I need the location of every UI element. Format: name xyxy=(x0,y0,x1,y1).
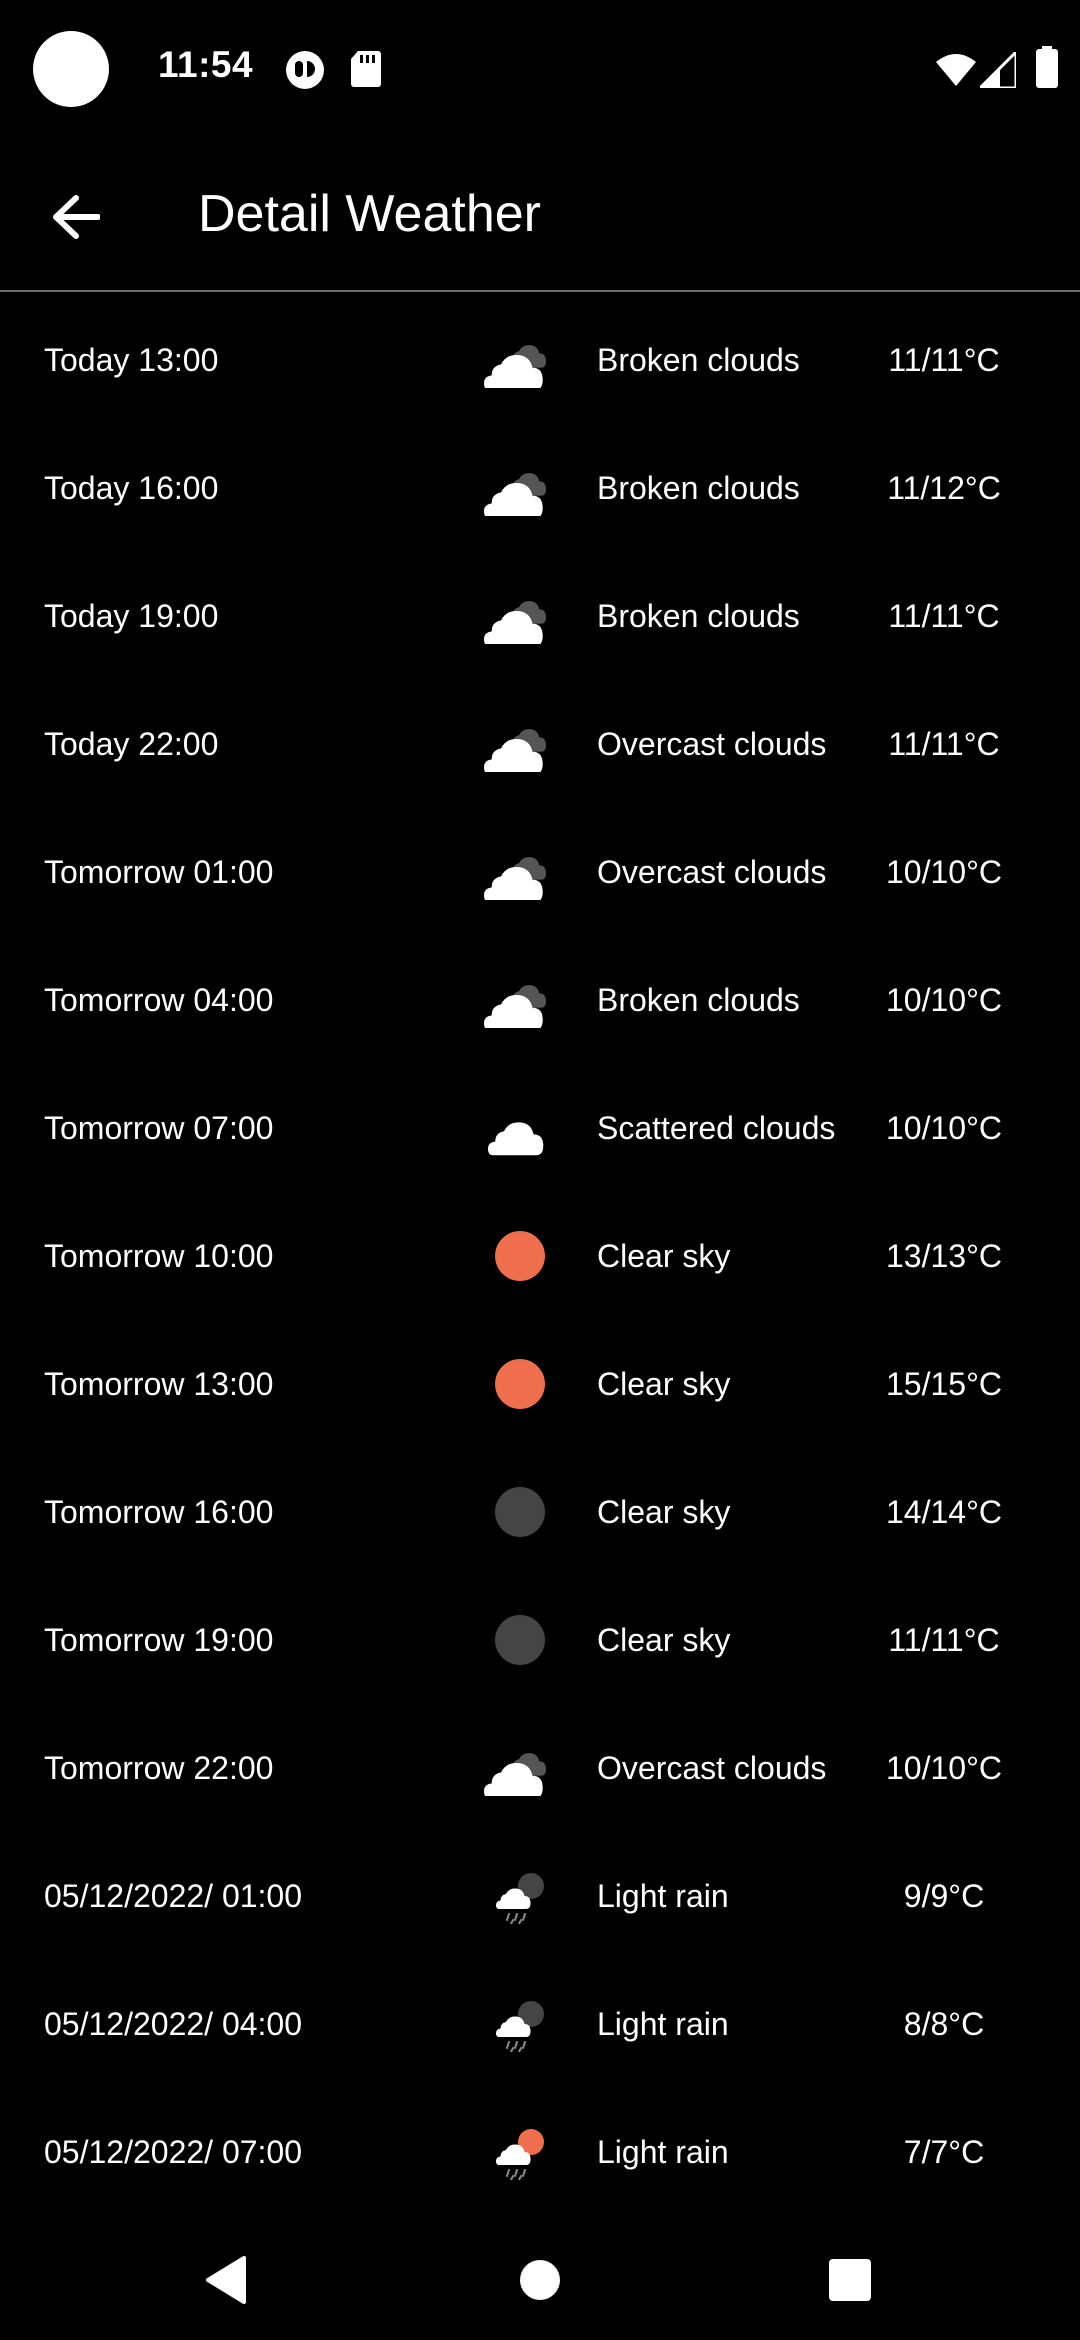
forecast-time: Tomorrow 10:00 xyxy=(44,1238,274,1274)
forecast-temperature: 11/11°C xyxy=(888,342,1000,378)
forecast-temperature: 10/10°C xyxy=(886,1750,1002,1786)
forecast-row[interactable]: Tomorrow 13:00 Clear sky 15/15°C xyxy=(0,1320,1080,1448)
forecast-description: Overcast clouds xyxy=(597,854,827,890)
forecast-temperature: 11/11°C xyxy=(888,726,1000,762)
forecast-row[interactable]: Tomorrow 10:00 Clear sky 13/13°C xyxy=(0,1192,1080,1320)
system-nav-bar xyxy=(0,2220,1080,2340)
broken-clouds-icon xyxy=(482,588,558,646)
forecast-description: Light rain xyxy=(597,1878,729,1914)
forecast-time: Tomorrow 07:00 xyxy=(44,1110,274,1146)
forecast-description: Broken clouds xyxy=(597,982,800,1018)
forecast-row[interactable]: Tomorrow 07:00 Scattered clouds 10/10°C xyxy=(0,1064,1080,1192)
nav-recents-icon xyxy=(829,2259,871,2301)
forecast-time: Tomorrow 19:00 xyxy=(44,1622,274,1658)
arrow-back-icon xyxy=(53,195,100,239)
nav-recents-button[interactable] xyxy=(810,2240,890,2320)
forecast-time: Tomorrow 22:00 xyxy=(44,1750,274,1786)
forecast-time: 05/12/2022/ 04:00 xyxy=(44,2006,303,2042)
forecast-description: Clear sky xyxy=(597,1238,731,1274)
forecast-row[interactable]: Tomorrow 16:00 Clear sky 14/14°C xyxy=(0,1448,1080,1576)
forecast-row[interactable]: Today 19:00 Broken clouds 11/11°C xyxy=(0,552,1080,680)
forecast-time: Tomorrow 13:00 xyxy=(44,1366,274,1402)
forecast-description: Broken clouds xyxy=(597,598,800,634)
forecast-description: Broken clouds xyxy=(597,470,800,506)
broken-clouds-icon xyxy=(482,716,558,774)
status-bar: 11:54 xyxy=(0,0,1080,140)
broken-clouds-icon xyxy=(482,332,558,390)
forecast-temperature: 14/14°C xyxy=(886,1494,1002,1530)
battery-icon xyxy=(1036,46,1058,88)
forecast-description: Light rain xyxy=(597,2006,729,2042)
forecast-temperature: 10/10°C xyxy=(886,982,1002,1018)
forecast-temperature: 8/8°C xyxy=(903,2006,985,2042)
forecast-time: Tomorrow 16:00 xyxy=(44,1494,274,1530)
forecast-row[interactable]: Today 13:00 Broken clouds 11/11°C xyxy=(0,296,1080,424)
forecast-description: Clear sky xyxy=(597,1366,731,1402)
clear-night-icon xyxy=(482,1484,558,1540)
forecast-time: Today 16:00 xyxy=(44,470,219,506)
forecast-row[interactable]: Today 16:00 Broken clouds 11/12°C xyxy=(0,424,1080,552)
status-time: 11:54 xyxy=(158,44,254,85)
rain-day-icon xyxy=(482,2124,558,2181)
forecast-time: Today 22:00 xyxy=(44,726,219,762)
forecast-temperature: 11/11°C xyxy=(888,598,1000,634)
screen: 11:54 Detail Weather Today 13:00 Broken … xyxy=(0,0,1080,2340)
forecast-row[interactable]: Today 22:00 Overcast clouds 11/11°C xyxy=(0,680,1080,808)
forecast-time: 05/12/2022/ 01:00 xyxy=(44,1878,303,1914)
nav-back-button[interactable] xyxy=(186,2240,266,2320)
sd-card-icon xyxy=(351,51,381,87)
forecast-time: Today 19:00 xyxy=(44,598,219,634)
forecast-time: Tomorrow 04:00 xyxy=(44,982,274,1018)
forecast-row[interactable]: Tomorrow 19:00 Clear sky 11/11°C xyxy=(0,1576,1080,1704)
clear-day-icon xyxy=(482,1356,558,1412)
forecast-temperature: 7/7°C xyxy=(903,2134,985,2170)
clear-day-icon xyxy=(482,1228,558,1284)
forecast-time: Tomorrow 01:00 xyxy=(44,854,274,890)
forecast-row[interactable]: 05/12/2022/ 07:00 Light rain 7/7°C xyxy=(0,2088,1080,2216)
forecast-description: Overcast clouds xyxy=(597,1750,827,1786)
nav-back-icon xyxy=(206,2256,246,2304)
forecast-temperature: 10/10°C xyxy=(886,854,1002,890)
forecast-description: Overcast clouds xyxy=(597,726,827,762)
broken-clouds-icon xyxy=(482,844,558,902)
forecast-row[interactable]: Tomorrow 22:00 Overcast clouds 10/10°C xyxy=(0,1704,1080,1832)
cell-signal-icon xyxy=(980,52,1016,88)
broken-clouds-icon xyxy=(482,972,558,1030)
app-bar: Detail Weather xyxy=(0,140,1080,292)
rain-night-icon xyxy=(482,1868,558,1925)
rain-night-icon xyxy=(482,1996,558,2053)
forecast-description: Scattered clouds xyxy=(597,1110,836,1146)
forecast-row[interactable]: Tomorrow 01:00 Overcast clouds 10/10°C xyxy=(0,808,1080,936)
forecast-temperature: 13/13°C xyxy=(886,1238,1002,1274)
broken-clouds-icon xyxy=(482,1740,558,1798)
forecast-time: Today 13:00 xyxy=(44,342,219,378)
forecast-time: 05/12/2022/ 07:00 xyxy=(44,2134,303,2170)
forecast-temperature: 11/12°C xyxy=(887,470,1001,506)
forecast-temperature: 15/15°C xyxy=(886,1366,1002,1402)
forecast-description: Light rain xyxy=(597,2134,729,2170)
forecast-temperature: 9/9°C xyxy=(903,1878,985,1914)
scattered-clouds-icon xyxy=(482,1100,558,1156)
forecast-temperature: 11/11°C xyxy=(888,1622,1000,1658)
back-button[interactable] xyxy=(44,185,108,249)
front-camera xyxy=(33,31,109,107)
wifi-icon xyxy=(936,54,976,86)
clear-night-icon xyxy=(482,1612,558,1668)
nav-home-icon xyxy=(520,2260,560,2300)
page-title: Detail Weather xyxy=(198,185,541,243)
forecast-row[interactable]: 05/12/2022/ 01:00 Light rain 9/9°C xyxy=(0,1832,1080,1960)
forecast-temperature: 10/10°C xyxy=(886,1110,1002,1146)
forecast-row[interactable]: 05/12/2022/ 04:00 Light rain 8/8°C xyxy=(0,1960,1080,2088)
forecast-description: Broken clouds xyxy=(597,342,800,378)
data-saver-icon xyxy=(286,51,324,89)
nav-home-button[interactable] xyxy=(500,2240,580,2320)
forecast-list[interactable]: Today 13:00 Broken clouds 11/11°C Today 16:… xyxy=(0,296,1080,2216)
forecast-description: Clear sky xyxy=(597,1622,731,1658)
forecast-description: Clear sky xyxy=(597,1494,731,1530)
forecast-row[interactable]: Tomorrow 04:00 Broken clouds 10/10°C xyxy=(0,936,1080,1064)
broken-clouds-icon xyxy=(482,460,558,518)
